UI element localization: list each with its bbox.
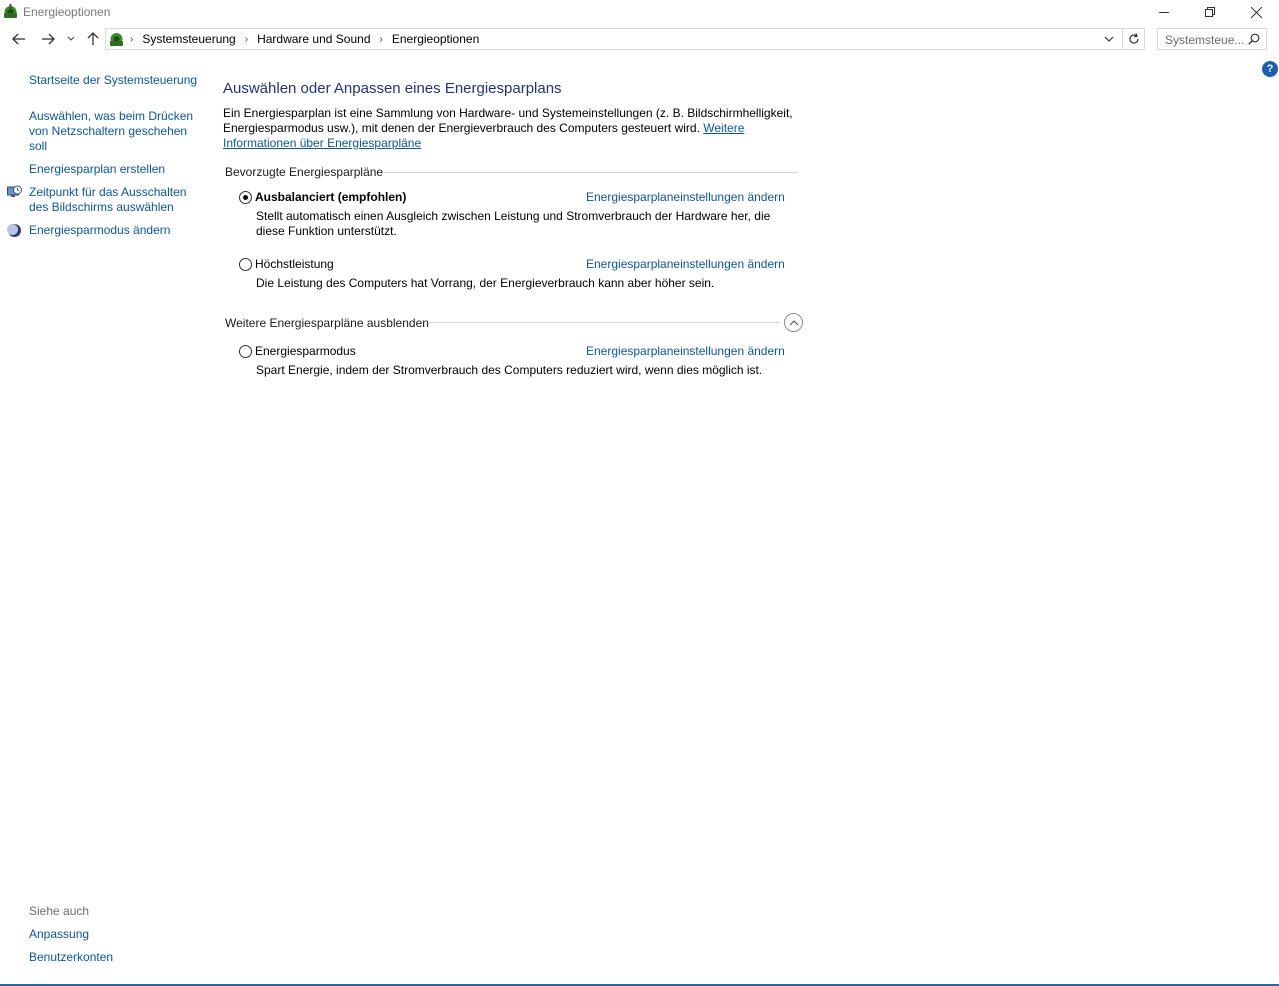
plan-name-power-saver[interactable]: Energiesparmodus — [255, 344, 356, 358]
chevron-down-icon — [67, 36, 75, 41]
divider — [384, 172, 798, 173]
address-dropdown-button[interactable] — [1100, 29, 1118, 49]
sidebar-item-power-buttons[interactable]: Auswählen, was beim Drücken von Netzscha… — [29, 109, 197, 154]
intro-text: Ein Energiesparplan ist eine Sammlung vo… — [223, 106, 798, 151]
sidebar-item-sleep[interactable]: Energiesparmodus ändern — [29, 223, 199, 238]
collapse-plans-button[interactable] — [784, 313, 803, 332]
close-icon — [1250, 6, 1262, 18]
window-title: Energieoptionen — [23, 5, 111, 19]
arrow-right-icon — [42, 33, 55, 45]
divider — [429, 322, 780, 323]
chevron-down-icon — [1104, 36, 1114, 42]
breadcrumb-item[interactable]: Hardware und Sound — [257, 32, 370, 46]
back-button[interactable] — [9, 29, 29, 49]
title-bar: Energieoptionen — [0, 0, 1279, 24]
breadcrumb: › Systemsteuerung › Hardware und Sound ›… — [130, 32, 488, 46]
chevron-up-icon — [789, 319, 798, 325]
search-input[interactable]: Systemsteue... — [1165, 33, 1244, 47]
restore-button[interactable] — [1187, 0, 1233, 24]
plan-name-balanced[interactable]: Ausbalanciert (empfohlen) — [255, 190, 406, 204]
breadcrumb-item[interactable]: Energieoptionen — [392, 32, 479, 46]
help-button[interactable]: ? — [1262, 61, 1278, 77]
chevron-right-icon[interactable]: › — [380, 34, 383, 45]
close-button[interactable] — [1233, 0, 1279, 24]
plan-settings-link-balanced[interactable]: Energiesparplaneinstellungen ändern — [586, 190, 785, 204]
moon-icon — [7, 224, 21, 237]
plan-desc-balanced: Stellt automatisch einen Ausgleich zwisc… — [256, 209, 771, 238]
refresh-button[interactable] — [1122, 29, 1144, 49]
plan-name-high-performance[interactable]: Höchstleistung — [255, 257, 334, 271]
monitor-clock-icon — [7, 185, 22, 197]
chevron-right-icon: › — [130, 33, 134, 45]
minimize-icon — [1159, 12, 1169, 13]
plan-desc-high-performance: Die Leistung des Computers hat Vorrang, … — [256, 276, 715, 290]
address-bar[interactable]: › Systemsteuerung › Hardware und Sound ›… — [105, 28, 1145, 50]
minimize-button[interactable] — [1141, 0, 1187, 24]
search-box[interactable]: Systemsteue... — [1157, 28, 1267, 50]
see-also-link-user-accounts[interactable]: Benutzerkonten — [29, 950, 199, 965]
see-also-link-personalization[interactable]: Anpassung — [29, 927, 199, 942]
plan-radio-balanced[interactable] — [239, 191, 252, 204]
refresh-icon — [1128, 33, 1139, 44]
restore-icon — [1205, 7, 1215, 17]
plan-radio-high-performance[interactable] — [239, 258, 252, 271]
see-also-heading: Siehe auch — [29, 904, 90, 918]
plan-desc-power-saver: Spart Energie, indem der Stromverbrauch … — [256, 363, 763, 377]
sidebar-home-link[interactable]: Startseite der Systemsteuerung — [29, 73, 199, 88]
chevron-right-icon[interactable]: › — [245, 34, 248, 45]
arrow-left-icon — [12, 33, 25, 45]
sidebar-item-display-off[interactable]: Zeitpunkt für das Ausschalten des Bildsc… — [29, 185, 194, 215]
plan-radio-power-saver[interactable] — [239, 345, 252, 358]
up-button[interactable] — [83, 29, 103, 49]
search-icon[interactable] — [1248, 33, 1260, 45]
forward-button[interactable] — [38, 29, 58, 49]
breadcrumb-item[interactable]: Systemsteuerung — [142, 32, 235, 46]
sidebar-item-create-plan[interactable]: Energiesparplan erstellen — [29, 162, 199, 177]
power-options-icon — [4, 4, 17, 18]
plan-settings-link-power-saver[interactable]: Energiesparplaneinstellungen ändern — [586, 344, 785, 358]
arrow-up-icon — [87, 32, 99, 45]
navigation-bar: › Systemsteuerung › Hardware und Sound ›… — [0, 27, 1279, 51]
page-title: Auswählen oder Anpassen eines Energiespa… — [223, 80, 562, 97]
control-panel-icon — [110, 33, 123, 46]
plan-settings-link-high-performance[interactable]: Energiesparplaneinstellungen ändern — [586, 257, 785, 271]
more-plans-heading[interactable]: Weitere Energiesparpläne ausblenden — [225, 316, 429, 330]
preferred-plans-heading: Bevorzugte Energiesparpläne — [225, 165, 384, 179]
recent-locations-button[interactable] — [63, 29, 79, 49]
